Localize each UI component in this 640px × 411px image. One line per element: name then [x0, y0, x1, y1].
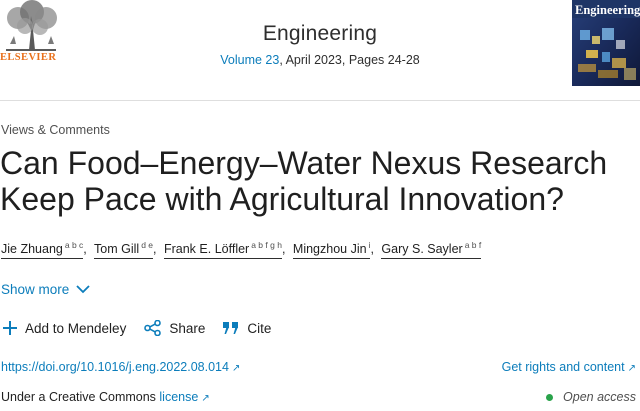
author-link[interactable]: Mingzhou Jin i: [292, 240, 371, 259]
author-name: Tom Gill: [94, 242, 140, 256]
doi-link[interactable]: https://doi.org/10.1016/j.eng.2022.08.01…: [1, 360, 240, 374]
external-arrow-icon: ↗: [231, 363, 241, 374]
add-to-mendeley-label: Add to Mendeley: [25, 320, 127, 336]
external-arrow-icon: ↗: [201, 393, 210, 404]
share-label: Share: [169, 320, 206, 336]
open-access-label: Open access: [563, 390, 636, 404]
cite-label: Cite: [247, 320, 272, 336]
journal-issue-info: Volume 23, April 2023, Pages 24-28: [0, 53, 640, 67]
add-to-mendeley-button[interactable]: Add to Mendeley: [3, 321, 126, 336]
author-affiliations: d e: [141, 240, 154, 250]
author-name: Mingzhou Jin: [292, 242, 367, 256]
author-affiliations: a b f g h: [251, 240, 282, 250]
share-button[interactable]: Share: [144, 320, 205, 336]
cover-title: Engineering: [575, 3, 640, 17]
author-affiliations: a b c: [64, 240, 84, 250]
author-name: Jie Zhuang: [1, 242, 63, 256]
article-title: Can Food–Energy–Water Nexus Research Kee…: [0, 145, 608, 217]
author-link[interactable]: Jie Zhuang a b c: [1, 240, 84, 259]
article-actions: Add to Mendeley Share Cite: [3, 320, 289, 336]
open-access-badge: Open access: [546, 390, 636, 404]
article-category: Views & Comments: [1, 123, 110, 137]
cite-button[interactable]: Cite: [223, 321, 271, 336]
license-link-label: license: [159, 390, 199, 404]
chevron-down-icon: [76, 285, 90, 294]
author-name: Frank E. Löffler: [163, 242, 250, 256]
license-link[interactable]: license ↗: [159, 390, 209, 404]
plus-icon: [3, 321, 17, 335]
show-more-label: Show more: [1, 282, 70, 297]
get-rights-link[interactable]: Get rights and content ↗: [502, 360, 636, 374]
author-link[interactable]: Tom Gill d e: [94, 240, 154, 259]
doi-text: https://doi.org/10.1016/j.eng.2022.08.01…: [1, 360, 229, 374]
author-link[interactable]: Frank E. Löffler a b f g h: [163, 240, 282, 259]
journal-header: ELSEVIER Engineering Volume 23, April 20…: [0, 0, 640, 100]
volume-link[interactable]: Volume 23: [220, 53, 279, 67]
share-icon: [144, 320, 162, 336]
show-more-button[interactable]: Show more: [1, 282, 90, 297]
journal-title[interactable]: Engineering: [0, 22, 640, 46]
open-access-dot-icon: [546, 393, 554, 401]
external-arrow-icon: ↗: [627, 363, 636, 374]
issue-details: , April 2023, Pages 24-28: [279, 53, 420, 67]
author-link[interactable]: Gary S. Sayler a b f: [381, 240, 482, 259]
journal-cover-image[interactable]: Engineering: [572, 0, 640, 86]
get-rights-label: Get rights and content: [501, 360, 625, 374]
header-divider: [0, 100, 640, 101]
author-affiliations: a b f: [464, 240, 482, 250]
author-list: Jie Zhuang a b c, Tom Gill d e, Frank E. L…: [1, 240, 482, 259]
author-name: Gary S. Sayler: [381, 242, 463, 256]
quote-icon: [223, 322, 239, 334]
license-prefix: Under a Creative Commons: [1, 390, 160, 404]
license-notice: Under a Creative Commons license ↗: [1, 390, 210, 404]
